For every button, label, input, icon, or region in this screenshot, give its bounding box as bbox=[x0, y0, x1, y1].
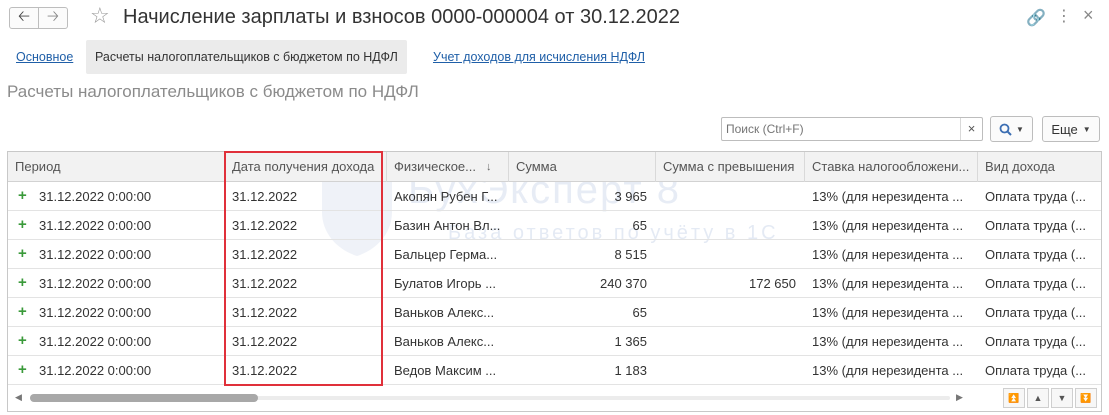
cell-date: 31.12.2022 bbox=[232, 363, 298, 378]
scroll-thumb[interactable] bbox=[30, 394, 258, 402]
cell-sum: 1 183 bbox=[614, 363, 647, 378]
table-row[interactable]: +31.12.2022 0:00:00 31.12.2022 Базин Антон… bbox=[8, 211, 1101, 240]
column-header-period[interactable]: Период bbox=[8, 152, 225, 182]
cell-sum: 240 370 bbox=[600, 276, 647, 291]
cell-kind: Оплата труда (... bbox=[985, 247, 1087, 262]
scroll-down-icon[interactable]: ▼ bbox=[1051, 388, 1073, 408]
cell-kind: Оплата труда (... bbox=[985, 276, 1087, 291]
cell-excess bbox=[656, 298, 805, 327]
link-icon[interactable]: 🔗 bbox=[1026, 8, 1046, 28]
cell-period: 31.12.2022 0:00:00 bbox=[39, 218, 152, 233]
cell-period: 31.12.2022 0:00:00 bbox=[39, 276, 152, 291]
column-header-income-date[interactable]: Дата получения дохода bbox=[225, 152, 387, 182]
cell-period: 31.12.2022 0:00:00 bbox=[39, 247, 152, 262]
cell-excess bbox=[656, 356, 805, 385]
chevron-down-icon: ▼ bbox=[1082, 124, 1091, 134]
cell-rate: 13% (для нерезидента ... bbox=[812, 276, 964, 291]
cell-excess bbox=[656, 211, 805, 240]
cell-date: 31.12.2022 bbox=[232, 247, 298, 262]
column-header-tax-rate[interactable]: Ставка налогообложени... bbox=[805, 152, 978, 182]
more-options-icon[interactable]: ⋮ bbox=[1056, 6, 1072, 26]
cell-rate: 13% (для нерезидента ... bbox=[812, 218, 964, 233]
cell-kind: Оплата труда (... bbox=[985, 189, 1087, 204]
arrow-left-icon: 🡠 bbox=[17, 7, 31, 25]
cell-date: 31.12.2022 bbox=[232, 218, 298, 233]
cell-period: 31.12.2022 0:00:00 bbox=[39, 189, 152, 204]
search-icon bbox=[999, 123, 1012, 136]
scroll-right-icon[interactable]: ▶ bbox=[956, 392, 963, 403]
cell-date: 31.12.2022 bbox=[232, 189, 298, 204]
tab-main[interactable]: Основное bbox=[16, 40, 73, 74]
cell-excess bbox=[656, 240, 805, 269]
more-button[interactable]: Еще ▼ bbox=[1042, 116, 1100, 142]
column-header-excess-sum[interactable]: Сумма с превышения bbox=[656, 152, 805, 182]
cell-kind: Оплата труда (... bbox=[985, 218, 1087, 233]
cell-sum: 65 bbox=[632, 305, 647, 320]
cell-excess bbox=[656, 182, 805, 211]
cell-date: 31.12.2022 bbox=[232, 276, 298, 291]
column-header-income-kind[interactable]: Вид дохода bbox=[978, 152, 1101, 182]
cell-person: Базин Антон Вл... bbox=[394, 218, 501, 233]
cell-rate: 13% (для нерезидента ... bbox=[812, 363, 964, 378]
cell-kind: Оплата труда (... bbox=[985, 363, 1087, 378]
sort-down-icon: ↓ bbox=[486, 161, 492, 173]
favorite-star-icon[interactable]: ☆ bbox=[90, 5, 110, 27]
cell-person: Ваньков Алекс... bbox=[394, 334, 495, 349]
cell-date: 31.12.2022 bbox=[232, 334, 298, 349]
table-row[interactable]: +31.12.2022 0:00:00 31.12.2022 Ведов Макси… bbox=[8, 356, 1101, 385]
table-row[interactable]: +31.12.2022 0:00:00 31.12.2022 Бальцер Гер… bbox=[8, 240, 1101, 269]
search-box: × bbox=[721, 117, 983, 141]
cell-period: 31.12.2022 0:00:00 bbox=[39, 305, 152, 320]
forward-button[interactable]: 🡢 bbox=[38, 7, 68, 29]
scroll-bottom-icon[interactable]: ⏬ bbox=[1075, 388, 1097, 408]
scroll-left-icon[interactable]: ◀ bbox=[15, 392, 22, 403]
table-header: Период Дата получения дохода Физическое.… bbox=[8, 152, 1101, 182]
cell-sum: 8 515 bbox=[614, 247, 647, 262]
close-icon[interactable]: × bbox=[1083, 5, 1094, 26]
search-button[interactable]: ▼ bbox=[990, 116, 1033, 142]
cell-period: 31.12.2022 0:00:00 bbox=[39, 363, 152, 378]
data-table: Период Дата получения дохода Физическое.… bbox=[7, 151, 1102, 412]
table-row[interactable]: +31.12.2022 0:00:00 31.12.2022 Ваньков Але… bbox=[8, 327, 1101, 356]
arrow-right-icon: 🡢 bbox=[46, 7, 60, 25]
cell-rate: 13% (для нерезидента ... bbox=[812, 305, 964, 320]
cell-excess: 172 650 bbox=[749, 276, 796, 291]
cell-date: 31.12.2022 bbox=[232, 305, 298, 320]
tab-income-accounting[interactable]: Учет доходов для исчисления НДФЛ bbox=[433, 40, 645, 74]
cell-rate: 13% (для нерезидента ... bbox=[812, 334, 964, 349]
cell-person: Ваньков Алекс... bbox=[394, 305, 495, 320]
search-input[interactable] bbox=[722, 118, 959, 140]
table-row[interactable]: +31.12.2022 0:00:00 31.12.2022 Ваньков Але… bbox=[8, 298, 1101, 327]
cell-sum: 3 965 bbox=[614, 189, 647, 204]
scroll-top-icon[interactable]: ⏫ bbox=[1003, 388, 1025, 408]
back-button[interactable]: 🡠 bbox=[9, 7, 39, 29]
clear-search-button[interactable]: × bbox=[960, 118, 982, 140]
cell-person: Акопян Рубен Г... bbox=[394, 189, 498, 204]
cell-person: Ведов Максим ... bbox=[394, 363, 497, 378]
cell-kind: Оплата труда (... bbox=[985, 305, 1087, 320]
more-button-label: Еще bbox=[1051, 121, 1078, 137]
cell-sum: 1 365 bbox=[614, 334, 647, 349]
cell-person: Бальцер Герма... bbox=[394, 247, 498, 262]
window-title: Начисление зарплаты и взносов 0000-00000… bbox=[123, 6, 681, 28]
cell-kind: Оплата труда (... bbox=[985, 334, 1087, 349]
cell-sum: 65 bbox=[632, 218, 647, 233]
column-header-sum[interactable]: Сумма bbox=[509, 152, 656, 182]
table-row[interactable]: +31.12.2022 0:00:00 31.12.2022 Булатов Иго… bbox=[8, 269, 1101, 298]
scroll-up-icon[interactable]: ▲ bbox=[1027, 388, 1049, 408]
tab-ndfl-settlements[interactable]: Расчеты налогоплательщиков с бюджетом по… bbox=[86, 40, 407, 74]
section-title: Расчеты налогоплательщиков с бюджетом по… bbox=[7, 82, 419, 101]
cell-person: Булатов Игорь ... bbox=[394, 276, 497, 291]
cell-period: 31.12.2022 0:00:00 bbox=[39, 334, 152, 349]
cell-excess bbox=[656, 327, 805, 356]
table-row[interactable]: +31.12.2022 0:00:00 31.12.2022 Акопян Рубе… bbox=[8, 182, 1101, 211]
chevron-down-icon: ▼ bbox=[1016, 124, 1024, 134]
cell-rate: 13% (для нерезидента ... bbox=[812, 247, 964, 262]
cell-rate: 13% (для нерезидента ... bbox=[812, 189, 964, 204]
